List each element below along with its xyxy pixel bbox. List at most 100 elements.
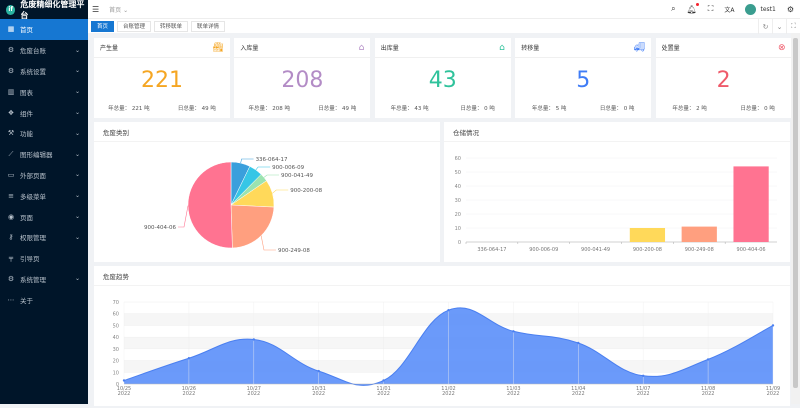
menu-toggle-icon[interactable]: ☰ xyxy=(92,5,99,14)
year-total: 5 吨 xyxy=(555,106,567,112)
stat-card: 转移量 🚚︎ 5 年总量： 5 吨 日总量： 0 吨 xyxy=(515,38,652,118)
breadcrumb-item: 首页 xyxy=(109,6,122,14)
data-point xyxy=(187,357,191,360)
header: ☰ 首页 ⌄ ⌕ 🔔︎ ⛶ 文A test1 ⚙ xyxy=(88,0,800,18)
x-tick-label: 336-064-17 xyxy=(477,247,506,253)
chevron-down-icon: ⌄ xyxy=(74,192,80,200)
app-logo[interactable]: if 危废精细化管理平台 xyxy=(0,0,88,20)
warehouse-in-icon: ⌂ xyxy=(358,42,365,53)
translate-icon[interactable]: 文A xyxy=(724,5,734,14)
fullscreen-icon[interactable]: ⛶ xyxy=(708,4,714,14)
tab[interactable]: 联单详情 xyxy=(191,20,226,32)
sidebar-item-label: 权限管理 xyxy=(20,234,46,243)
data-point xyxy=(771,324,775,327)
scrollbar[interactable] xyxy=(791,33,800,404)
y-tick-label: 50 xyxy=(113,323,119,329)
sidebar-item-label: 图表 xyxy=(20,88,33,97)
stat-title: 处置量 xyxy=(661,45,680,52)
y-tick-label: 0 xyxy=(458,240,461,246)
y-tick-label: 70 xyxy=(113,300,119,306)
y-tick-label: 30 xyxy=(455,198,461,204)
pie-label-line xyxy=(260,235,276,251)
paint-roller-icon: ╤ xyxy=(8,254,14,263)
sidebar-item[interactable]: ⚙ 危废台账 ⌄ xyxy=(0,40,88,61)
pie-label: 336-064-17 xyxy=(256,157,288,163)
sidebar-item[interactable]: ≡ 多级菜单 ⌄ xyxy=(0,185,88,206)
chevron-down-icon: ⌄ xyxy=(74,109,80,117)
data-point xyxy=(577,341,580,345)
chevron-down-icon: ⌄ xyxy=(74,233,80,241)
refresh-icon[interactable]: ↻ xyxy=(758,19,772,34)
sidebar-item-label: 系统设置 xyxy=(20,67,46,76)
chevron-down-icon: ⌄ xyxy=(74,88,80,96)
pie-label-line xyxy=(263,174,280,178)
logo-icon: if xyxy=(6,4,16,15)
sidebar-item[interactable]: ⋯ 关于 xyxy=(0,289,88,310)
settings-icon[interactable]: ⚙ xyxy=(787,5,794,14)
chevron-down-icon: ⌄ xyxy=(74,150,80,158)
sidebar-item[interactable]: ⚙ 系统设置 ⌄ xyxy=(0,61,88,82)
year-total: 208 吨 xyxy=(272,106,291,112)
stat-card: 入库量 ⌂ 208 年总量： 208 吨 日总量： 49 吨 xyxy=(234,38,371,118)
data-point xyxy=(447,309,450,312)
sidebar-item[interactable]: ▦ 首页 xyxy=(0,19,88,40)
x-tick-year: 2022 xyxy=(637,391,650,397)
chevron-down-icon: ⌄ xyxy=(74,67,80,75)
sidebar-item[interactable]: ⚒ 功能 ⌄ xyxy=(0,123,88,144)
lifebuoy-icon: ⊗ xyxy=(778,42,786,53)
sidebar-item[interactable]: ⟋ 图形编辑器 ⌄ xyxy=(0,144,88,165)
tab-bar: 首页 台账管理 转移联单 联单详情 ↻ ⌄ ⛶ xyxy=(88,18,800,34)
year-label: 年总量： xyxy=(248,106,271,112)
sidebar-item-label: 功能 xyxy=(20,130,33,139)
sidebar-item[interactable]: ❖ 组件 ⌄ xyxy=(0,102,88,123)
sidebar-item[interactable]: ⚷ 权限管理 ⌄ xyxy=(0,227,88,248)
y-tick-label: 50 xyxy=(455,170,461,176)
sidebar-item[interactable]: ⚙ 系统管理 ⌄ xyxy=(0,269,88,290)
year-total: 2 吨 xyxy=(696,106,707,112)
sidebar-item-label: 组件 xyxy=(20,109,33,118)
chevron-down-icon: ⌄ xyxy=(74,129,80,137)
data-point xyxy=(252,338,255,341)
chevron-down-icon: ⌄ xyxy=(74,275,80,283)
bell-icon[interactable]: 🔔︎ xyxy=(687,2,699,14)
pie-chart: 336-064-17 900-006-09 900-041-49 900-200-08… xyxy=(144,157,323,254)
stat-title: 转移量 xyxy=(521,45,540,52)
pie-label-line xyxy=(255,166,271,171)
sidebar-item[interactable]: ▭ 外部页面 ⌄ xyxy=(0,165,88,186)
x-tick-year: 2022 xyxy=(442,391,455,397)
sidebar-item[interactable]: ╤ 引导页 xyxy=(0,248,88,269)
search-icon[interactable]: ⌕ xyxy=(671,4,675,14)
day-label: 日总量： xyxy=(599,106,622,112)
pie-label: 900-249-08 xyxy=(278,248,310,254)
fold-icon[interactable]: ⛶ xyxy=(786,19,800,34)
year-label: 年总量： xyxy=(531,106,554,112)
breadcrumb[interactable]: 首页 ⌄ xyxy=(109,5,128,14)
stat-value: 2 xyxy=(716,68,731,93)
sidebar-item[interactable]: ▥ 图表 ⌄ xyxy=(0,81,88,102)
day-label: 日总量： xyxy=(177,106,200,112)
x-tick-year: 2022 xyxy=(312,391,325,397)
bar-chart-icon: ▥ xyxy=(7,87,15,96)
tab[interactable]: 台账管理 xyxy=(117,20,152,32)
user-menu[interactable]: test1 xyxy=(745,3,776,15)
day-total: 49 吨 xyxy=(342,106,357,112)
tab[interactable]: 首页 xyxy=(91,20,115,32)
trend-panel: 危废趋势 0 10 20 30 40 50 60 70 10/25 2022 10/26 2022 10… xyxy=(94,266,790,406)
scrollbar-thumb[interactable] xyxy=(793,38,798,388)
day-total: 0 吨 xyxy=(623,106,635,112)
tab[interactable]: 转移联单 xyxy=(154,20,189,32)
dots-icon: ⋯ xyxy=(7,295,15,304)
x-tick-year: 2022 xyxy=(702,391,715,397)
data-point xyxy=(317,369,320,373)
sidebar-item-label: 图形编辑器 xyxy=(20,151,53,160)
page-icon: ◉ xyxy=(7,212,15,221)
chevron-down-icon[interactable]: ⌄ xyxy=(772,19,786,34)
bar-chart: 0 10 20 30 40 50 60 336-064-17 900-006-09 900-041… xyxy=(455,156,777,253)
key-icon: ⚷ xyxy=(8,233,14,242)
app-title: 危废精细化管理平台 xyxy=(20,0,85,20)
x-tick-label: 900-249-08 xyxy=(685,247,714,253)
sidebar-item[interactable]: ◉ 页面 ⌄ xyxy=(0,206,88,227)
y-tick-label: 60 xyxy=(113,312,119,318)
truck-icon: 🚚︎ xyxy=(633,42,646,53)
sidebar-item-label: 页面 xyxy=(20,213,33,222)
